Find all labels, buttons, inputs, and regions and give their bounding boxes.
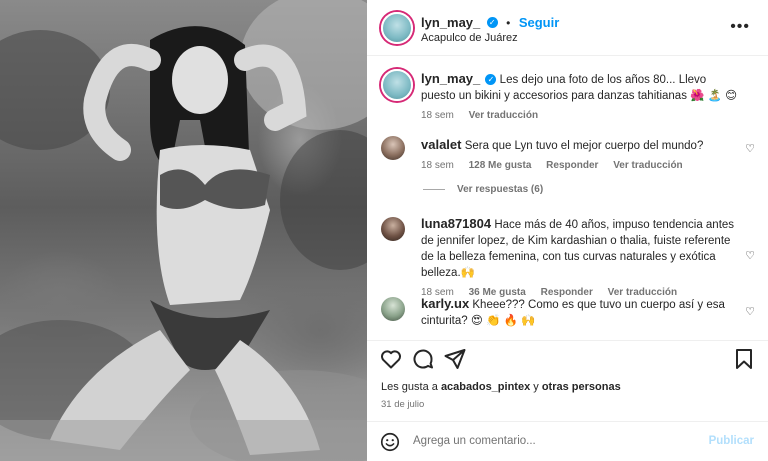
profile-avatar[interactable] <box>381 12 413 44</box>
caption-avatar[interactable] <box>381 69 413 101</box>
add-comment-bar: Agrega un comentario... Publicar <box>367 421 768 461</box>
comment-bubble-icon[interactable] <box>411 347 435 371</box>
like-comment-heart-icon[interactable]: ♡ <box>745 305 755 318</box>
post-actions: Les gusta a acabados_pintex y otras pers… <box>367 340 768 461</box>
location-link[interactable]: Acapulco de Juárez <box>421 32 518 44</box>
view-replies-button[interactable]: Ver respuestas (6) <box>423 184 543 195</box>
post-detail-panel: lyn_may_ ✓ • Seguir Acapulco de Juárez •… <box>367 0 768 461</box>
like-comment-heart-icon[interactable]: ♡ <box>745 142 755 155</box>
emoji-smile-icon[interactable] <box>379 431 401 453</box>
follow-button[interactable]: Seguir <box>519 15 559 30</box>
publish-button[interactable]: Publicar <box>709 435 754 447</box>
comment-avatar[interactable] <box>381 297 405 321</box>
comment-avatar[interactable] <box>381 136 405 160</box>
like-heart-icon[interactable] <box>379 347 403 371</box>
comment-avatar[interactable] <box>381 217 405 241</box>
comment-text: Sera que Lyn tuvo el mejor cuerpo del mu… <box>464 140 704 152</box>
comment-username[interactable]: valalet <box>421 137 461 152</box>
verified-badge-icon: ✓ <box>485 74 497 86</box>
comment-username[interactable]: luna871804 <box>421 216 491 231</box>
caption-time[interactable]: 18 sem <box>421 110 454 121</box>
add-comment-input[interactable]: Agrega un comentario... <box>413 435 536 447</box>
comments-list: lyn_may_ ✓ Les dejo una foto de los años… <box>367 57 768 340</box>
replies-line <box>423 188 445 190</box>
likes-user-link[interactable]: acabados_pintex <box>441 381 530 393</box>
more-horizontal-icon[interactable]: ••• <box>730 18 750 36</box>
comment-item: karly.ux Kheee??? Como es que tuvo un cu… <box>381 295 761 335</box>
save-bookmark-icon[interactable] <box>732 347 756 371</box>
caption: lyn_may_ ✓ Les dejo una foto de los años… <box>381 69 761 129</box>
post-date[interactable]: 31 de julio <box>381 399 424 410</box>
like-comment-heart-icon[interactable]: ♡ <box>745 249 755 262</box>
translate-button[interactable]: Ver traducción <box>613 160 682 171</box>
verified-badge-icon: ✓ <box>486 17 498 29</box>
photo-illustration <box>0 0 367 461</box>
comment-item: valalet Sera que Lyn tuvo el mejor cuerp… <box>381 134 761 178</box>
separator-dot: • <box>506 16 511 30</box>
header-username[interactable]: lyn_may_ <box>421 15 480 30</box>
share-send-icon[interactable] <box>443 347 467 371</box>
comment-username[interactable]: karly.ux <box>421 296 469 311</box>
post-header: lyn_may_ ✓ • Seguir Acapulco de Juárez •… <box>367 0 768 56</box>
likes-summary: Les gusta a acabados_pintex y otras pers… <box>381 381 621 393</box>
comment-item: luna871804 Hace más de 40 años, impuso t… <box>381 215 761 298</box>
post-photo[interactable] <box>0 0 367 461</box>
reply-button[interactable]: Responder <box>546 160 598 171</box>
comment-time[interactable]: 18 sem <box>421 160 454 171</box>
comment-likes[interactable]: 128 Me gusta <box>469 160 532 171</box>
caption-username[interactable]: lyn_may_ <box>421 71 480 86</box>
caption-translate[interactable]: Ver traducción <box>469 110 538 121</box>
likes-others-link[interactable]: otras personas <box>542 381 621 393</box>
